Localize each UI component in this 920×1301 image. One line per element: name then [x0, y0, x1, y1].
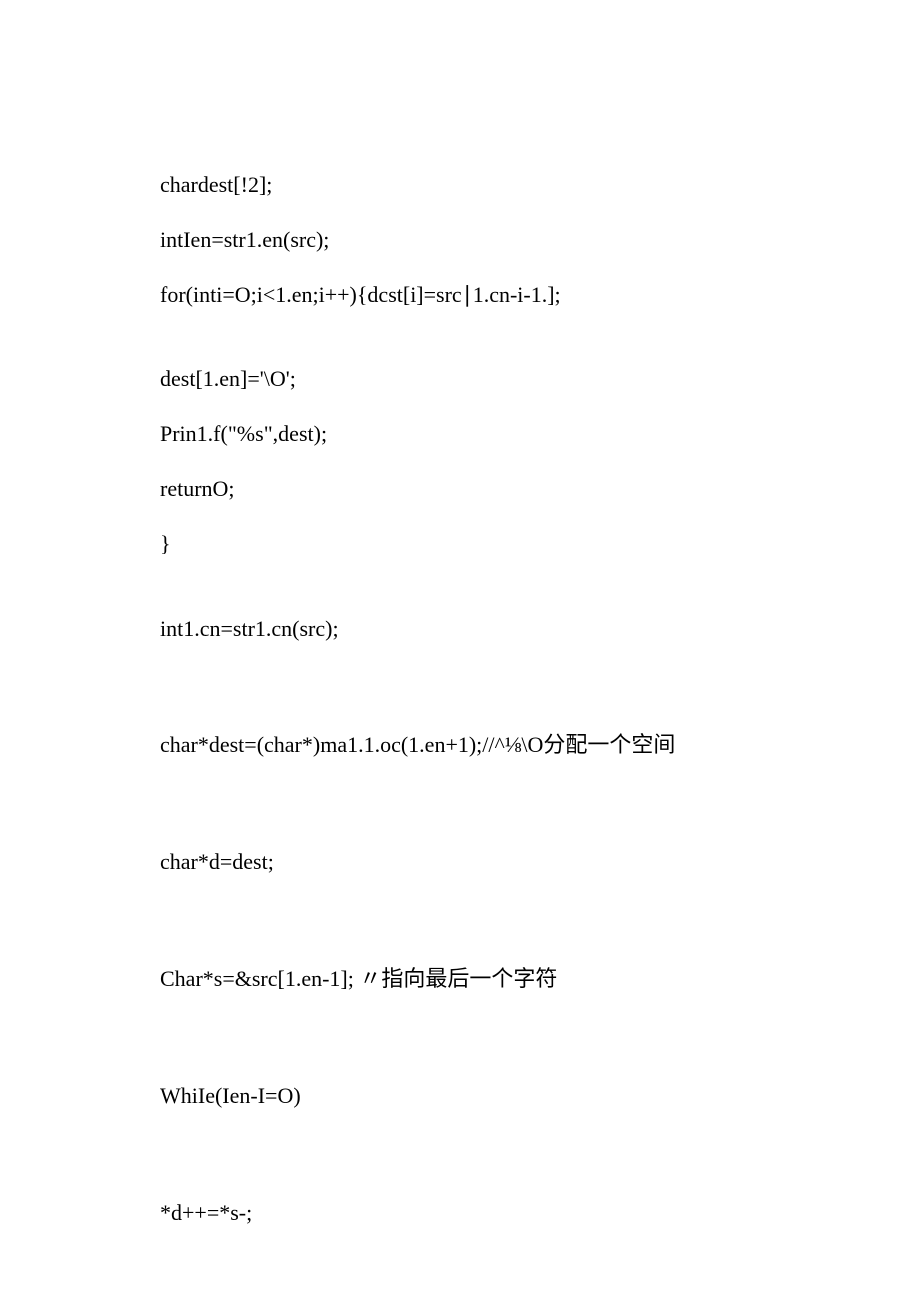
code-line: dest[1.en]='\O';: [160, 364, 760, 395]
code-line: char*d=dest;: [160, 847, 760, 878]
code-line: chardest[!2];: [160, 170, 760, 201]
code-line: Prin1.f("%s",dest);: [160, 419, 760, 450]
code-line: for(inti=O;i<1.en;i++){dcst[i]=src∣1.cn-…: [160, 280, 760, 311]
code-line: char*dest=(char*)ma1.1.oc(1.en+1);//^⅛\O…: [160, 730, 760, 761]
code-line: *d++=*s-;: [160, 1198, 760, 1229]
code-line: intIen=str1.en(src);: [160, 225, 760, 256]
code-line: Char*s=&src[1.en-1]; 〃指向最后一个字符: [160, 964, 760, 995]
document-page: chardest[!2]; intIen=str1.en(src); for(i…: [0, 0, 920, 1228]
code-line: returnO;: [160, 474, 760, 505]
code-line: WhiIe(Ien-I=O): [160, 1081, 760, 1112]
code-line: int1.cn=str1.cn(src);: [160, 614, 760, 645]
code-line: }: [160, 529, 760, 560]
